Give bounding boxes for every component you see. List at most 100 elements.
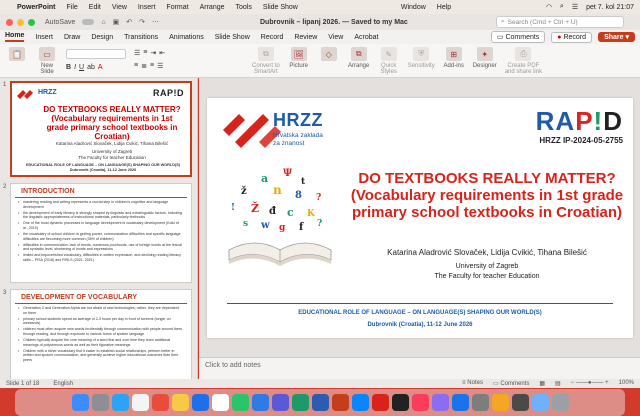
outlook-icon[interactable] <box>351 394 369 411</box>
designer-button[interactable]: ✦ Designer <box>473 47 497 69</box>
menu-view[interactable]: View <box>112 4 127 11</box>
tab-review[interactable]: Review <box>294 34 317 41</box>
underline-button[interactable]: U <box>79 64 84 71</box>
create-pdf-button[interactable]: ⎙ Create PDF and share link <box>505 47 542 75</box>
clock[interactable]: pet 7. kol 21:07 <box>586 4 634 11</box>
settings-icon[interactable] <box>471 394 489 411</box>
slide-thumbnail-1[interactable]: HRZZ RAP!D DO TEXTBOOKS REALLY MATTER? (… <box>10 81 192 177</box>
status-comments-button[interactable]: ▭ Comments <box>493 380 529 387</box>
slide-thumbnail-2[interactable]: INTRODUCTION mastering reading and writi… <box>10 183 192 283</box>
align-center-icon[interactable]: ≣ <box>141 62 147 70</box>
tab-animations[interactable]: Animations <box>169 34 204 41</box>
more-icon[interactable]: ⋯ <box>152 18 159 26</box>
mail-icon[interactable] <box>191 394 209 411</box>
safari-icon[interactable] <box>111 394 129 411</box>
minimize-window-button[interactable] <box>17 18 24 26</box>
slide-authors[interactable]: Katarina Aladrović Slovaček, Lidija Cvik… <box>341 248 633 257</box>
excel-icon[interactable] <box>291 394 309 411</box>
view-sorter-icon[interactable]: ▤ <box>555 380 561 387</box>
word-icon[interactable] <box>311 394 329 411</box>
menu-tools[interactable]: Tools <box>236 4 252 11</box>
podcasts-icon[interactable] <box>431 394 449 411</box>
align-left-icon[interactable]: ≡ <box>134 62 138 70</box>
menu-file[interactable]: File <box>67 4 78 11</box>
finder-icon[interactable] <box>71 394 89 411</box>
redo-icon[interactable]: ↷ <box>139 18 145 26</box>
trash-icon[interactable] <box>551 394 569 411</box>
notes-button[interactable]: ≡ Notes <box>462 380 483 387</box>
font-family-select[interactable] <box>66 49 126 59</box>
outdent-icon[interactable]: ⇤ <box>159 49 165 57</box>
undo-icon[interactable]: ↶ <box>126 18 132 26</box>
search-input[interactable]: ⌕ Search (Cmd + Ctrl + U) <box>496 16 624 28</box>
downloads-icon[interactable] <box>531 394 549 411</box>
notes-app-icon[interactable] <box>171 394 189 411</box>
appletv-icon[interactable] <box>391 394 409 411</box>
bullets-icon[interactable]: ☰ <box>134 49 140 57</box>
menu-edit[interactable]: Edit <box>89 4 101 11</box>
control-center-icon[interactable]: ☰ <box>572 3 578 11</box>
autosave-toggle[interactable] <box>82 19 95 25</box>
tab-design[interactable]: Design <box>91 34 113 41</box>
calendar-icon[interactable] <box>211 394 229 411</box>
messages-icon[interactable] <box>231 394 249 411</box>
convert-smartart-button[interactable]: ⧉ Convert to SmartArt <box>252 47 280 75</box>
addins-button[interactable]: ⊞ Add-ins <box>443 47 465 69</box>
wifi-icon[interactable]: ◠ <box>546 3 552 11</box>
strike-button[interactable]: ab <box>87 64 95 71</box>
menu-app-name[interactable]: PowerPoint <box>17 4 56 11</box>
tab-transitions[interactable]: Transitions <box>124 34 158 41</box>
menu-window[interactable]: Window <box>401 4 426 11</box>
view-normal-icon[interactable]: ▦ <box>539 380 545 387</box>
preview-icon[interactable] <box>491 394 509 411</box>
slide-thumbnail-pane[interactable]: 1 HRZZ RAP!D DO TEXTBOOKS REALLY MATTER?… <box>0 78 198 379</box>
align-right-icon[interactable]: ≡ <box>150 62 154 70</box>
arrange-button[interactable]: ⧉ Arrange <box>348 47 370 69</box>
slide-canvas[interactable]: HRZZ Hrvatska zaklada za znanost RAP!D H… <box>207 98 633 338</box>
tab-acrobat[interactable]: Acrobat <box>354 34 378 41</box>
tab-slide-show[interactable]: Slide Show <box>215 34 250 41</box>
numbering-icon[interactable]: ≡ <box>143 49 147 57</box>
language-indicator[interactable]: English <box>53 381 73 387</box>
teams-icon[interactable] <box>271 394 289 411</box>
acrobat-icon[interactable] <box>371 394 389 411</box>
menu-format[interactable]: Format <box>166 4 188 11</box>
slide-university[interactable]: University of Zagreb The Faculty for tea… <box>341 262 633 282</box>
menu-slide-show[interactable]: Slide Show <box>263 4 298 11</box>
search-icon[interactable]: ⌕ <box>560 3 564 11</box>
launchpad-icon[interactable] <box>91 394 109 411</box>
tab-view[interactable]: View <box>328 34 343 41</box>
conference-place-date[interactable]: Dubrovnik (Croatia), 11-12 June 2026 <box>207 322 633 328</box>
terminal-icon[interactable] <box>511 394 529 411</box>
home-icon[interactable]: ⌂ <box>101 19 105 26</box>
share-button[interactable]: Share ▾ <box>598 32 635 42</box>
new-slide-button[interactable]: ▭ New Slide <box>36 47 58 75</box>
tab-home[interactable]: Home <box>5 32 25 42</box>
italic-button[interactable]: I <box>74 64 76 71</box>
tab-insert[interactable]: Insert <box>35 34 53 41</box>
slide-title[interactable]: DO TEXTBOOKS REALLY MATTER? (Vocabulary … <box>341 170 633 221</box>
indent-icon[interactable]: ⇥ <box>150 49 156 57</box>
notes-pane[interactable]: Click to add notes <box>199 357 640 379</box>
appstore-icon[interactable] <box>451 394 469 411</box>
slide-thumbnail-3[interactable]: DEVELOPMENT OF VOCABULARY Generation Z a… <box>10 289 192 379</box>
font-color-icon[interactable]: A <box>98 64 103 71</box>
zoom-slider[interactable]: − ——●—— + <box>571 380 609 387</box>
record-button[interactable]: ● Record <box>551 31 593 43</box>
sensitivity-button[interactable]: ⛨ Sensitivity <box>408 47 435 69</box>
zoom-level[interactable]: 100% <box>619 380 634 387</box>
music-icon[interactable] <box>411 394 429 411</box>
save-icon[interactable]: ▣ <box>113 18 120 26</box>
tab-record[interactable]: Record <box>261 34 284 41</box>
tab-draw[interactable]: Draw <box>64 34 80 41</box>
photo-app-icon[interactable] <box>151 394 169 411</box>
powerpoint-icon[interactable] <box>331 394 349 411</box>
menu-help[interactable]: Help <box>437 4 451 11</box>
justify-icon[interactable]: ☰ <box>157 62 163 70</box>
quick-styles-button[interactable]: ✎ Quick Styles <box>378 47 400 75</box>
shapes-button[interactable]: ◇ <box>318 47 340 61</box>
chrome-icon[interactable] <box>131 394 149 411</box>
paste-button[interactable]: 📋 <box>6 47 28 61</box>
zoom-window-button[interactable] <box>28 18 35 26</box>
comments-button[interactable]: ▭ Comments <box>490 31 546 43</box>
